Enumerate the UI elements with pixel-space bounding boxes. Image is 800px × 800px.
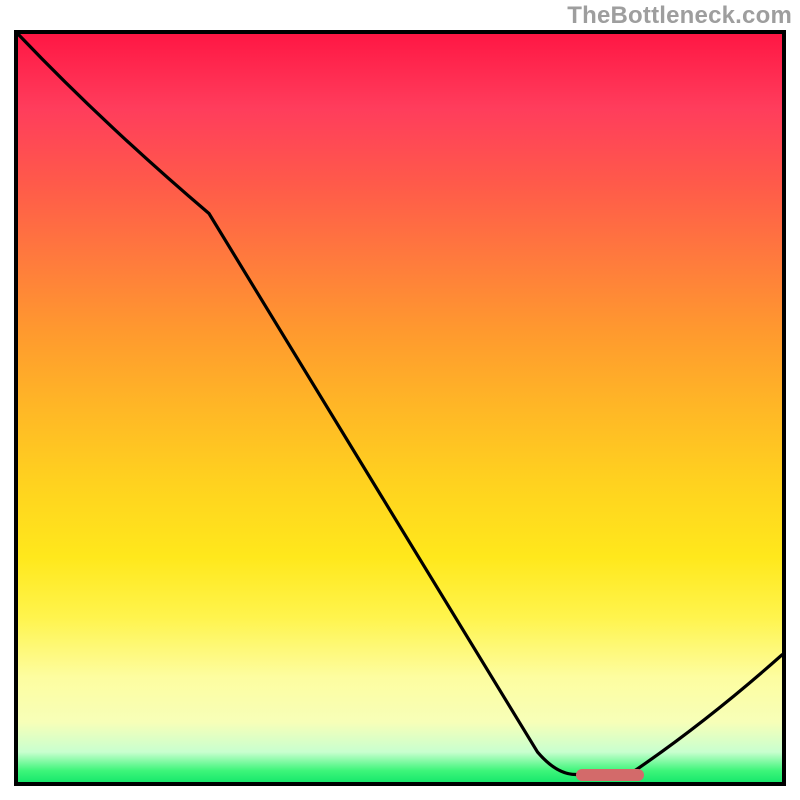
chart-container: TheBottleneck.com [0,0,800,800]
curve-path [18,34,782,775]
curve-svg [18,34,782,782]
watermark-text: TheBottleneck.com [567,2,792,30]
plot-area [14,30,786,786]
target-marker [576,769,645,781]
